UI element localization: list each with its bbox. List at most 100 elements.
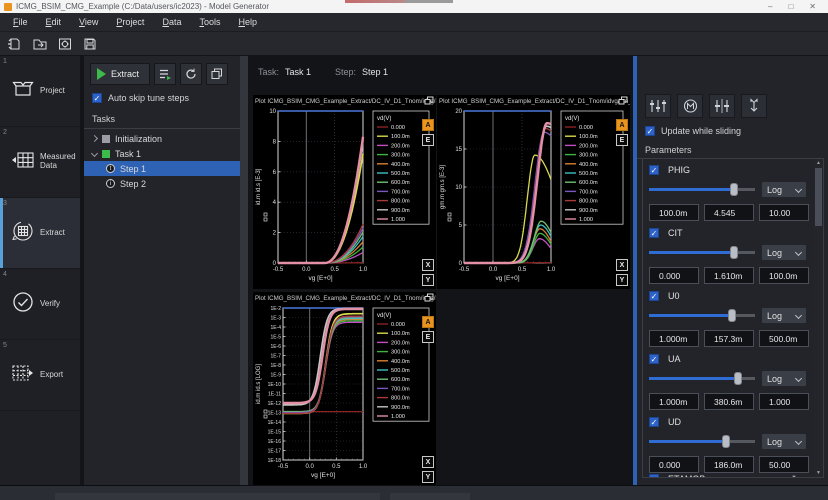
scale-select-ua[interactable]: Log (761, 370, 807, 387)
retune-m-icon[interactable] (677, 94, 703, 118)
plot-canvas-idvg[interactable]: Plot ICMG_BSIM_CMG_Example_Extract/DC_IV… (253, 95, 436, 289)
param-header: ✓UD (649, 415, 809, 428)
autoscale-button[interactable]: A (616, 119, 628, 131)
extract-run-button[interactable]: Extract (90, 63, 150, 85)
autoscale-button[interactable]: A (422, 316, 434, 328)
project-settings-icon[interactable] (56, 35, 74, 53)
param-max-field[interactable]: 10.00 (759, 204, 809, 221)
slider-handle[interactable] (730, 246, 738, 259)
maximize-plot-icon[interactable] (618, 96, 628, 105)
menu-view[interactable]: View (70, 13, 107, 32)
param-min-field[interactable]: 1.000m (649, 330, 699, 347)
x-axis-button[interactable]: X (422, 456, 434, 468)
tune-sliders-icon[interactable] (645, 94, 671, 118)
param-slider-ud[interactable] (649, 433, 755, 450)
param-value-field[interactable]: 1.610m (704, 267, 754, 284)
tree-row-task-1[interactable]: Task 1 (84, 146, 240, 161)
svg-text:900.0m: 900.0m (579, 208, 598, 214)
y-axis-button[interactable]: Y (422, 471, 434, 483)
param-value-field[interactable]: 186.0m (704, 456, 754, 473)
tasks-header: Tasks (84, 106, 240, 129)
sidebar-item-measured-data[interactable]: 2Measured Data (0, 127, 80, 198)
menu-tools[interactable]: Tools (190, 13, 229, 32)
param-slider-u0[interactable] (649, 307, 755, 324)
sidebar-item-extract[interactable]: 3Extract (0, 198, 80, 269)
param-slider-phig[interactable] (649, 181, 755, 198)
param-max-field[interactable]: 500.0m (759, 330, 809, 347)
menu-project[interactable]: Project (107, 13, 153, 32)
close-icon[interactable]: ✕ (809, 0, 816, 13)
slider-handle[interactable] (730, 183, 738, 196)
scroll-down-icon[interactable]: ▼ (814, 470, 823, 476)
scale-select-label: Log (767, 185, 782, 195)
param-checkbox-etamob[interactable]: ✓ (649, 474, 659, 479)
maximize-icon[interactable]: □ (788, 0, 793, 13)
chevron-right-icon[interactable] (91, 135, 98, 142)
autoscale-button[interactable]: A (422, 119, 434, 131)
new-project-icon[interactable] (6, 35, 24, 53)
e-button[interactable]: E (422, 331, 434, 343)
e-button[interactable]: E (616, 134, 628, 146)
param-slider-cit[interactable] (649, 244, 755, 261)
param-value-field[interactable]: 4.545 (704, 204, 754, 221)
save-icon[interactable] (81, 35, 99, 53)
tree-row-step-1[interactable]: tStep 1 (84, 161, 240, 176)
param-min-field[interactable]: 1.000m (649, 393, 699, 410)
run-list-icon[interactable] (154, 63, 176, 85)
minimize-icon[interactable]: – (768, 0, 772, 13)
duplicate-icon[interactable] (206, 63, 228, 85)
slider-handle[interactable] (722, 435, 730, 448)
param-max-field[interactable]: 1.000 (759, 393, 809, 410)
param-checkbox-cit[interactable]: ✓ (649, 228, 659, 238)
x-axis-button[interactable]: X (422, 259, 434, 271)
sidebar-item-verify[interactable]: 4Verify (0, 269, 80, 340)
scale-select-cit[interactable]: Log (761, 244, 807, 261)
parameter-scrollbar[interactable]: ▲ ▼ (814, 159, 823, 477)
param-checkbox-u0[interactable]: ✓ (649, 291, 659, 301)
param-min-field[interactable]: 0.000 (649, 267, 699, 284)
tune-center-icon[interactable] (709, 94, 735, 118)
panel-splitter[interactable] (240, 56, 248, 485)
param-max-field[interactable]: 100.0m (759, 267, 809, 284)
param-min-field[interactable]: 0.000 (649, 456, 699, 473)
param-max-field[interactable]: 50.00 (759, 456, 809, 473)
e-button[interactable]: E (422, 134, 434, 146)
param-checkbox-phig[interactable]: ✓ (649, 165, 659, 175)
plot-canvas-log[interactable]: Plot ICMG_BSIM_CMG_Example_Extract/DC_IV… (253, 292, 436, 486)
scrollbar-thumb[interactable] (815, 168, 822, 226)
menu-data[interactable]: Data (153, 13, 190, 32)
tree-row-step-2[interactable]: iStep 2 (84, 176, 240, 191)
plot-axis-buttons: AE (422, 119, 434, 146)
menu-file[interactable]: File (4, 13, 37, 32)
tree-row-initialization[interactable]: Initialization (84, 131, 240, 146)
slider-handle[interactable] (728, 309, 736, 322)
maximize-plot-icon[interactable] (424, 96, 434, 105)
scale-select-ud[interactable]: Log (761, 433, 807, 450)
apply-m-icon[interactable] (741, 94, 767, 118)
scroll-up-icon[interactable]: ▲ (814, 160, 823, 166)
auto-skip-checkbox[interactable]: ✓ (92, 93, 102, 103)
status-swatch (102, 150, 110, 158)
scale-select-phig[interactable]: Log (761, 181, 807, 198)
chevron-down-icon[interactable] (91, 150, 98, 157)
param-slider-ua[interactable] (649, 370, 755, 387)
sidebar-item-export[interactable]: 5Export (0, 340, 80, 411)
sidebar-item-project[interactable]: 1Project (0, 56, 80, 127)
y-axis-button[interactable]: Y (422, 274, 434, 286)
refresh-icon[interactable] (180, 63, 202, 85)
maximize-plot-icon[interactable] (424, 293, 434, 302)
param-checkbox-ud[interactable]: ✓ (649, 417, 659, 427)
x-axis-button[interactable]: X (616, 259, 628, 271)
y-axis-button[interactable]: Y (616, 274, 628, 286)
menu-help[interactable]: Help (229, 13, 266, 32)
param-value-field[interactable]: 157.3m (704, 330, 754, 347)
update-sliding-checkbox[interactable]: ✓ (645, 126, 655, 136)
param-min-field[interactable]: 100.0m (649, 204, 699, 221)
param-value-field[interactable]: 380.6m (704, 393, 754, 410)
open-project-icon[interactable] (31, 35, 49, 53)
param-checkbox-ua[interactable]: ✓ (649, 354, 659, 364)
menu-edit[interactable]: Edit (37, 13, 71, 32)
plot-canvas-gm[interactable]: Plot ICMG_BSIM_CMG_Example_Extract/DC_IV… (437, 95, 630, 289)
slider-handle[interactable] (734, 372, 742, 385)
scale-select-u0[interactable]: Log (761, 307, 807, 324)
